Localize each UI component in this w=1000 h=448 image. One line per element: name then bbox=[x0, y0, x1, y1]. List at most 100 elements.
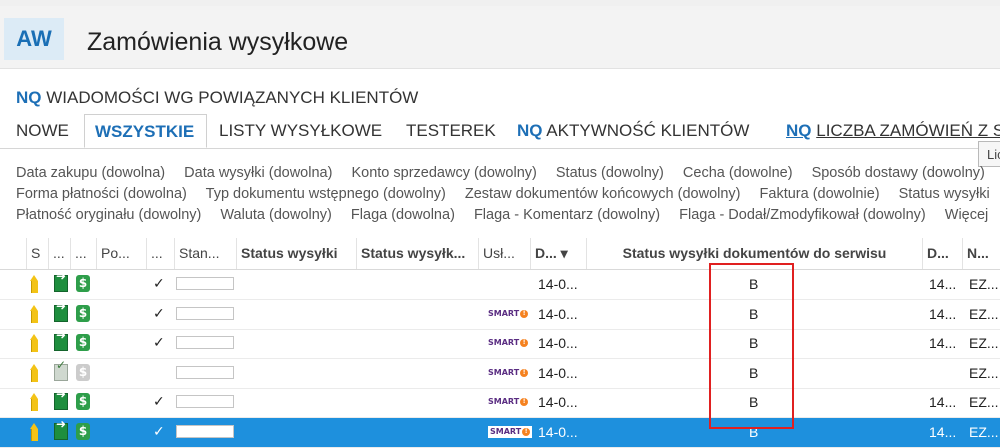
smart-label: SMART bbox=[488, 367, 520, 377]
cell-status-doc: B bbox=[749, 423, 759, 440]
table-row[interactable]: $ ✓ SMART! 14-0... B 14... EZ... bbox=[0, 417, 1000, 448]
cell-date: 14-0... bbox=[538, 423, 578, 440]
tab-nowe[interactable]: NOWE bbox=[16, 114, 69, 148]
smart-dot-icon: ! bbox=[520, 309, 529, 318]
tab-liczba-zamowien[interactable]: NQ LICZBA ZAMÓWIEŃ Z S bbox=[786, 114, 1000, 148]
filter-faktura[interactable]: Faktura (dowolnie) bbox=[760, 186, 880, 202]
smart-label: SMART bbox=[488, 308, 520, 318]
col-header-3[interactable]: ... bbox=[70, 238, 96, 269]
filter-typ-dokumentu[interactable]: Typ dokumentu wstępnego (dowolny) bbox=[206, 186, 446, 202]
col-header-stan[interactable]: Stan... bbox=[174, 238, 236, 269]
document-icon bbox=[54, 387, 68, 410]
filter-row: Data zakupu (dowolna) Data wysyłki (dowo… bbox=[16, 163, 1000, 184]
state-bar bbox=[176, 306, 234, 320]
col-header-po[interactable]: Po... bbox=[96, 238, 146, 269]
page-title: Zamówienia wysyłkowe bbox=[87, 28, 349, 56]
smart-dot-icon: ! bbox=[520, 398, 529, 406]
tab-listy-wysylkowe[interactable]: LISTY WYSYŁKOWE bbox=[219, 114, 382, 148]
document-icon bbox=[54, 269, 68, 292]
filter-status-wysylki[interactable]: Status wysyłki bbox=[899, 186, 990, 202]
cell-date: 14-0... bbox=[538, 305, 578, 322]
filter-flaga-komentarz[interactable]: Flaga - Komentarz (dowolny) bbox=[474, 207, 660, 223]
payment-icon: $ bbox=[76, 422, 90, 440]
cell-d: 14... bbox=[929, 276, 957, 292]
tab-label: NOWE bbox=[16, 121, 69, 140]
filter-data-zakupu[interactable]: Data zakupu (dowolna) bbox=[16, 165, 165, 181]
check-mark: ✓ bbox=[153, 305, 165, 322]
table-row[interactable]: $ ✓ SMART! 14-0... B 14... EZ... bbox=[0, 387, 1000, 418]
cell-date: 14-0... bbox=[538, 364, 578, 381]
check-mark: ✓ bbox=[153, 276, 165, 292]
table-row[interactable]: $ SMART! 14-0... B EZ... bbox=[0, 358, 1000, 389]
smart-label: SMART bbox=[490, 426, 522, 436]
filter-zestaw-dokumentow[interactable]: Zestaw dokumentów końcowych (dowolny) bbox=[465, 186, 741, 202]
flag-icon bbox=[30, 334, 38, 352]
table-row[interactable]: $ ✓ SMART! 14-0... B 14... EZ... bbox=[0, 328, 1000, 359]
cell-n: EZ... bbox=[969, 305, 999, 322]
filter-bar: Data zakupu (dowolna) Data wysyłki (dowo… bbox=[16, 163, 1000, 226]
document-icon bbox=[54, 417, 68, 440]
document-icon bbox=[54, 299, 68, 322]
check-mark: ✓ bbox=[153, 335, 165, 351]
cell-status-doc: B bbox=[749, 305, 759, 322]
table-row[interactable]: $ ✓ 14-0... B 14... EZ... bbox=[0, 269, 1000, 300]
filter-flaga-dodal[interactable]: Flaga - Dodał/Zmodyfikował (dowolny) bbox=[679, 207, 926, 223]
app-logo: AW bbox=[4, 18, 64, 60]
document-icon bbox=[54, 328, 68, 351]
tab-testerek[interactable]: TESTEREK bbox=[406, 114, 496, 148]
cell-n: EZ... bbox=[969, 335, 999, 351]
cell-d bbox=[929, 359, 959, 388]
filter-row: Forma płatności (dowolna) Typ dokumentu … bbox=[16, 184, 1000, 205]
col-header-handle[interactable] bbox=[0, 238, 26, 269]
flag-icon bbox=[30, 422, 38, 441]
col-header-d[interactable]: D... bbox=[922, 238, 962, 269]
filter-status[interactable]: Status (dowolny) bbox=[556, 165, 664, 181]
filter-data-wysylki[interactable]: Data wysyłki (dowolna) bbox=[184, 165, 332, 181]
app-header: AW Zamówienia wysyłkowe bbox=[0, 6, 1000, 69]
state-bar bbox=[176, 336, 234, 349]
cell-n: EZ... bbox=[969, 364, 999, 381]
nq-badge: NQ bbox=[517, 121, 543, 140]
payment-icon: $ bbox=[76, 275, 90, 292]
cell-n: EZ... bbox=[969, 423, 999, 440]
filter-wiecej[interactable]: Więcej bbox=[945, 207, 989, 223]
document-icon bbox=[54, 358, 68, 381]
cell-d: 14... bbox=[929, 335, 957, 351]
filter-forma-platnosci[interactable]: Forma płatności (dowolna) bbox=[16, 186, 187, 202]
cell-d: 14... bbox=[929, 423, 957, 440]
tab-bar: NOWE WSZYSTKIE LISTY WYSYŁKOWE TESTEREK … bbox=[0, 114, 1000, 149]
cell-n: EZ... bbox=[969, 276, 999, 292]
cell-date: 14-0... bbox=[538, 335, 578, 351]
table-row[interactable]: $ ✓ SMART! 14-0... B 14... EZ... bbox=[0, 299, 1000, 330]
col-header-s[interactable]: S bbox=[26, 238, 48, 269]
tab-label: AKTYWNOŚĆ KLIENTÓW bbox=[546, 121, 750, 140]
col-header-status-wysylki-dokumentow[interactable]: Status wysyłki dokumentów do serwisu bbox=[586, 238, 922, 269]
filter-row: Płatność oryginału (dowolny) Waluta (dow… bbox=[16, 205, 1000, 226]
col-header-status-wysylki[interactable]: Status wysyłki bbox=[236, 238, 356, 269]
saved-view-link[interactable]: NQ WIADOMOŚCI WG POWIĄZANYCH KLIENTÓW bbox=[16, 88, 418, 108]
saved-view-label: WIADOMOŚCI WG POWIĄZANYCH KLIENTÓW bbox=[46, 88, 419, 107]
tab-wszystkie[interactable]: WSZYSTKIE bbox=[84, 114, 207, 148]
check-mark: ✓ bbox=[153, 394, 165, 410]
col-header-usl[interactable]: Usł... bbox=[478, 238, 530, 269]
col-header-5[interactable]: ... bbox=[146, 238, 174, 269]
col-header-2[interactable]: ... bbox=[48, 238, 70, 269]
col-header-d-sorted[interactable]: D... ▾ bbox=[530, 238, 586, 269]
payment-icon: $ bbox=[76, 393, 90, 410]
filter-flaga[interactable]: Flaga (dowolna) bbox=[351, 207, 455, 223]
col-header-status-wysylki-2[interactable]: Status wysyłk... bbox=[356, 238, 478, 269]
tab-aktywnosc-klientow[interactable]: NQ AKTYWNOŚĆ KLIENTÓW bbox=[517, 114, 749, 148]
filter-sposob-dostawy[interactable]: Sposób dostawy (dowolny) bbox=[812, 165, 985, 181]
nq-badge: NQ bbox=[786, 121, 812, 140]
flag-icon bbox=[30, 304, 38, 323]
filter-konto-sprzedawcy[interactable]: Konto sprzedawcy (dowolny) bbox=[351, 165, 536, 181]
col-header-n[interactable]: N... bbox=[962, 238, 1000, 269]
smart-service-icon: SMART! bbox=[488, 337, 529, 349]
filter-platnosc-oryginalu[interactable]: Płatność oryginału (dowolny) bbox=[16, 207, 201, 223]
cell-status-doc: B bbox=[749, 276, 759, 292]
filter-waluta[interactable]: Waluta (dowolny) bbox=[220, 207, 331, 223]
cell-status-doc: B bbox=[749, 394, 759, 410]
filter-cecha[interactable]: Cecha (dowolne) bbox=[683, 165, 793, 181]
state-bar bbox=[176, 277, 234, 290]
flag-icon bbox=[30, 275, 38, 293]
